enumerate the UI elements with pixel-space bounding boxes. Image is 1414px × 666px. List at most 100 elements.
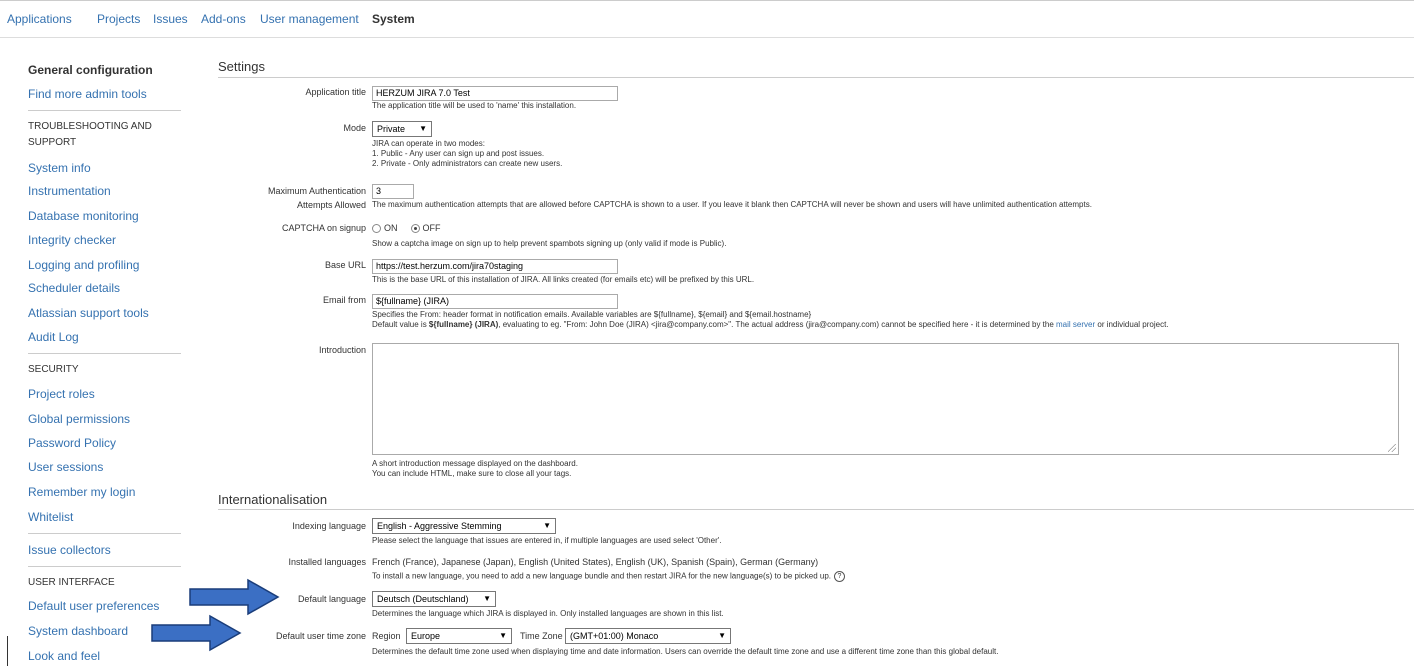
sidebar-divider xyxy=(28,566,181,567)
captcha-on-label: ON xyxy=(384,223,398,233)
sidebar-item-system-info[interactable]: System info xyxy=(28,161,91,175)
indexing-language-label: Indexing language xyxy=(292,521,366,531)
nav-add-ons[interactable]: Add-ons xyxy=(201,12,246,26)
installed-languages-description-text: To install a new language, you need to a… xyxy=(372,571,831,581)
chevron-down-icon: ▼ xyxy=(543,521,551,530)
introduction-label: Introduction xyxy=(318,345,366,355)
sidebar-item-system-dashboard[interactable]: System dashboard xyxy=(28,624,128,638)
indexing-language-select[interactable]: English - Aggressive Stemming ▼ xyxy=(372,518,556,534)
sidebar-item-database-monitoring[interactable]: Database monitoring xyxy=(28,209,139,223)
default-timezone-description: Determines the default time zone used wh… xyxy=(372,647,999,656)
sidebar-item-issue-collectors[interactable]: Issue collectors xyxy=(28,543,111,557)
application-title-input[interactable]: HERZUM JIRA 7.0 Test xyxy=(372,86,618,101)
chevron-down-icon: ▼ xyxy=(419,124,427,133)
max-auth-attempts-input[interactable]: 3 xyxy=(372,184,414,199)
mode-label: Mode xyxy=(343,123,366,133)
sidebar-general-configuration[interactable]: General configuration xyxy=(28,63,153,77)
sidebar-item-integrity-checker[interactable]: Integrity checker xyxy=(28,233,116,247)
sidebar-item-instrumentation[interactable]: Instrumentation xyxy=(28,184,111,198)
sidebar-heading-security: SECURITY xyxy=(28,364,79,375)
default-timezone-label: Default user time zone xyxy=(275,631,366,641)
sidebar-item-look-and-feel[interactable]: Look and feel xyxy=(28,649,100,663)
mail-server-link[interactable]: mail server xyxy=(1056,320,1095,329)
sidebar-item-whitelist[interactable]: Whitelist xyxy=(28,510,73,524)
captcha-radio-group: ON OFF xyxy=(372,223,441,234)
default-language-value: Deutsch (Deutschland) xyxy=(377,594,469,604)
sidebar-item-default-user-preferences[interactable]: Default user preferences xyxy=(28,599,159,613)
installed-languages-label: Installed languages xyxy=(288,557,366,567)
introduction-textarea[interactable] xyxy=(372,343,1399,455)
email-from-default-example: , evaluating to eg. "From: John Doe (JIR… xyxy=(498,320,1057,329)
sidebar-item-user-sessions[interactable]: User sessions xyxy=(28,460,103,474)
base-url-input[interactable]: https://test.herzum.com/jira70staging xyxy=(372,259,618,274)
email-from-default-prefix: Default value is xyxy=(372,320,429,329)
email-from-label: Email from xyxy=(322,295,366,305)
default-language-select[interactable]: Deutsch (Deutschland) ▼ xyxy=(372,591,496,607)
region-label: Region xyxy=(372,631,401,641)
captcha-off-radio[interactable] xyxy=(410,224,420,234)
timezone-select[interactable]: (GMT+01:00) Monaco ▼ xyxy=(565,628,731,644)
captcha-label: CAPTCHA on signup xyxy=(281,223,366,233)
email-from-description-line: Default value is ${fullname} (JIRA), eva… xyxy=(372,320,1169,330)
sidebar-divider xyxy=(28,110,181,111)
sidebar-item-audit-log[interactable]: Audit Log xyxy=(28,330,79,344)
nav-user-management[interactable]: User management xyxy=(260,12,359,26)
email-from-input[interactable]: ${fullname} (JIRA) xyxy=(372,294,618,309)
region-select[interactable]: Europe ▼ xyxy=(406,628,512,644)
mode-select[interactable]: Private ▼ xyxy=(372,121,432,137)
nav-projects[interactable]: Projects xyxy=(97,12,140,26)
sidebar-item-scheduler-details[interactable]: Scheduler details xyxy=(28,281,120,295)
application-title-description: The application title will be used to 'n… xyxy=(372,101,577,110)
email-from-default-suffix: or individual project. xyxy=(1095,320,1169,329)
timezone-label: Time Zone xyxy=(520,631,563,641)
settings-section-title: Settings xyxy=(218,59,265,74)
max-auth-label-line: Maximum Authentication xyxy=(267,186,366,196)
chevron-down-icon: ▼ xyxy=(718,631,726,640)
i18n-section-title: Internationalisation xyxy=(218,492,328,507)
email-from-description-line: Specifies the From: header format in not… xyxy=(372,310,812,319)
sidebar-item-atlassian-support-tools[interactable]: Atlassian support tools xyxy=(28,306,149,320)
region-select-value: Europe xyxy=(411,631,441,641)
sidebar-item-logging-and-profiling[interactable]: Logging and profiling xyxy=(28,258,139,272)
settings-main: Settings Application title HERZUM JIRA 7… xyxy=(195,37,1414,666)
email-from-default-value: ${fullname} (JIRA) xyxy=(428,320,499,329)
installed-languages-description: To install a new language, you need to a… xyxy=(372,571,845,582)
introduction-description-line: You can include HTML, make sure to close… xyxy=(372,469,572,478)
nav-issues[interactable]: Issues xyxy=(153,12,188,26)
help-icon[interactable]: ? xyxy=(833,571,845,582)
mode-select-value: Private xyxy=(377,124,406,134)
resize-handle-icon[interactable] xyxy=(1388,444,1396,452)
sidebar-divider xyxy=(28,353,181,354)
top-navigation: Applications Projects Issues Add-ons Use… xyxy=(0,0,1414,38)
captcha-on-radio[interactable] xyxy=(372,224,381,234)
max-auth-attempts-description: The maximum authentication attempts that… xyxy=(372,200,1092,209)
annotation-arrow-icon xyxy=(189,578,280,616)
default-language-description: Determines the language which JIRA is di… xyxy=(372,609,724,618)
annotation-arrow-icon xyxy=(151,614,242,652)
installed-languages-value: French (France), Japanese (Japan), Engli… xyxy=(372,557,819,567)
sidebar-heading-troubleshooting: TROUBLESHOOTING AND SUPPORT xyxy=(28,121,152,148)
chevron-down-icon: ▼ xyxy=(499,631,507,640)
base-url-description: This is the base URL of this installatio… xyxy=(372,275,755,284)
base-url-label: Base URL xyxy=(324,260,366,270)
introduction-description-line: A short introduction message displayed o… xyxy=(372,459,578,468)
sidebar-divider xyxy=(28,533,181,534)
default-language-label: Default language xyxy=(297,594,366,604)
sidebar-item-global-permissions[interactable]: Global permissions xyxy=(28,412,130,426)
max-auth-attempts-label: Maximum Authentication Attempts Allowed xyxy=(268,184,366,212)
timezone-select-value: (GMT+01:00) Monaco xyxy=(570,631,659,641)
sidebar-item-password-policy[interactable]: Password Policy xyxy=(28,436,116,450)
max-auth-label-line: Attempts Allowed xyxy=(296,200,366,210)
introduction-description: A short introduction message displayed o… xyxy=(372,459,578,479)
section-divider xyxy=(218,77,1414,78)
sidebar-item-remember-my-login[interactable]: Remember my login xyxy=(28,485,135,499)
sidebar-find-more-admin-tools[interactable]: Find more admin tools xyxy=(28,87,147,101)
captcha-description: Show a captcha image on sign up to help … xyxy=(372,239,727,248)
indexing-language-value: English - Aggressive Stemming xyxy=(377,521,502,531)
nav-applications[interactable]: Applications xyxy=(7,12,72,26)
mode-description-line: JIRA can operate in two modes: xyxy=(372,139,485,148)
sidebar-heading-user-interface: USER INTERFACE xyxy=(28,577,115,588)
sidebar-item-project-roles[interactable]: Project roles xyxy=(28,387,95,401)
nav-system[interactable]: System xyxy=(372,12,415,26)
application-title-label: Application title xyxy=(305,87,366,97)
